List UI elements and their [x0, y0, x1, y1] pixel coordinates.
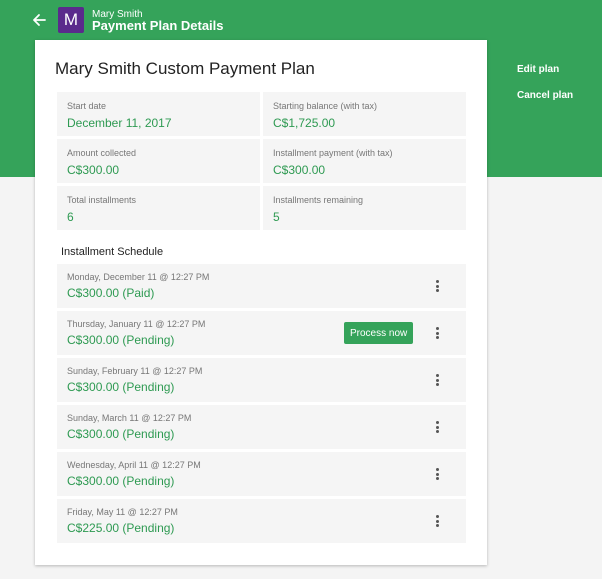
summary-installments-remaining: Installments remaining 5 [263, 186, 466, 230]
summary-label: Starting balance (with tax) [273, 101, 378, 111]
summary-amount-collected: Amount collected C$300.00 [57, 139, 260, 183]
summary-total-installments: Total installments 6 [57, 186, 260, 230]
cancel-plan-link[interactable]: Cancel plan [517, 89, 573, 115]
more-options-icon[interactable] [430, 373, 444, 387]
row-date: Friday, May 11 @ 12:27 PM [67, 507, 178, 517]
edit-plan-link[interactable]: Edit plan [517, 63, 573, 89]
schedule-row: Sunday, March 11 @ 12:27 PM C$300.00 (Pe… [57, 405, 466, 449]
row-amount: C$300.00 (Pending) [67, 333, 175, 347]
schedule-heading: Installment Schedule [61, 246, 164, 258]
schedule-row: Monday, December 11 @ 12:27 PM C$300.00 … [57, 264, 466, 308]
more-options-icon[interactable] [430, 514, 444, 528]
summary-value: C$300.00 [273, 163, 326, 177]
summary-label: Total installments [67, 195, 137, 205]
row-amount: C$300.00 (Pending) [67, 427, 175, 441]
summary-value: December 11, 2017 [67, 116, 172, 130]
schedule-row: Sunday, February 11 @ 12:27 PM C$300.00 … [57, 358, 466, 402]
summary-installment-payment: Installment payment (with tax) C$300.00 [263, 139, 466, 183]
avatar: M [58, 7, 84, 33]
schedule-list: Monday, December 11 @ 12:27 PM C$300.00 … [57, 264, 466, 546]
row-amount: C$300.00 (Paid) [67, 286, 155, 300]
arrow-left-icon [33, 14, 46, 26]
plan-card: Mary Smith Custom Payment Plan Start dat… [35, 40, 487, 565]
row-date: Wednesday, April 11 @ 12:27 PM [67, 460, 201, 470]
page-title: Payment Plan Details [92, 18, 224, 33]
row-amount: C$300.00 (Pending) [67, 380, 175, 394]
summary-label: Installments remaining [273, 195, 364, 205]
side-actions: Edit plan Cancel plan [517, 63, 573, 115]
more-options-icon[interactable] [430, 467, 444, 481]
summary-grid: Start date December 11, 2017 Starting ba… [57, 92, 466, 230]
summary-value: C$300.00 [67, 163, 120, 177]
row-amount: C$300.00 (Pending) [67, 474, 175, 488]
plan-title: Mary Smith Custom Payment Plan [55, 59, 315, 78]
schedule-row: Wednesday, April 11 @ 12:27 PM C$300.00 … [57, 452, 466, 496]
row-date: Sunday, March 11 @ 12:27 PM [67, 413, 192, 423]
row-date: Monday, December 11 @ 12:27 PM [67, 272, 210, 282]
more-options-icon[interactable] [430, 420, 444, 434]
row-date: Thursday, January 11 @ 12:27 PM [67, 319, 206, 329]
schedule-row: Friday, May 11 @ 12:27 PM C$225.00 (Pend… [57, 499, 466, 543]
summary-value: C$1,725.00 [273, 116, 336, 130]
more-options-icon[interactable] [430, 279, 444, 293]
process-now-button[interactable]: Process now [344, 322, 414, 344]
row-date: Sunday, February 11 @ 12:27 PM [67, 366, 203, 376]
summary-starting-balance: Starting balance (with tax) C$1,725.00 [263, 92, 466, 136]
more-options-icon[interactable] [430, 326, 444, 340]
summary-value: 6 [67, 210, 74, 224]
schedule-row: Thursday, January 11 @ 12:27 PM C$300.00… [57, 311, 466, 355]
row-amount: C$225.00 (Pending) [67, 521, 175, 535]
summary-label: Start date [67, 101, 107, 111]
summary-label: Installment payment (with tax) [273, 148, 393, 158]
summary-value: 5 [273, 210, 280, 224]
summary-label: Amount collected [67, 148, 137, 158]
back-button[interactable] [28, 9, 50, 31]
summary-start-date: Start date December 11, 2017 [57, 92, 260, 136]
